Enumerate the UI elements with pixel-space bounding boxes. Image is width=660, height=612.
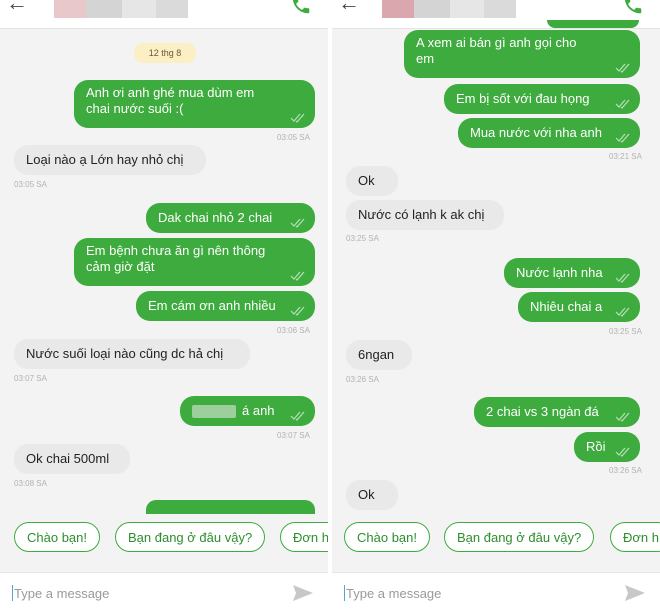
message-outgoing: A xem ai bán gì anh gọi cho em	[404, 30, 640, 78]
message-text: A xem ai bán gì anh gọi cho em	[416, 35, 577, 66]
message-text: Anh ơi anh ghé mua dùm em chai nước suối…	[86, 85, 255, 116]
message-text: Nước có lạnh k ak chị	[358, 207, 485, 222]
chat-header: ←	[0, 0, 328, 29]
text-caret	[344, 585, 345, 601]
message-text: Loại nào ạ Lớn hay nhỏ chị	[26, 152, 184, 167]
read-check-icon	[615, 273, 630, 283]
read-check-icon	[290, 411, 305, 421]
message-incoming: Nước suối loại nào cũng dc hả chị	[14, 339, 250, 369]
read-check-icon	[615, 412, 630, 422]
quick-reply-chip[interactable]: Đơn h	[280, 522, 328, 552]
back-arrow-icon[interactable]: ←	[338, 0, 360, 16]
message-outgoing: Nhiêu chai a	[518, 292, 640, 322]
message-incoming: Loại nào ạ Lớn hay nhỏ chị	[14, 145, 206, 175]
read-check-icon	[615, 307, 630, 317]
message-text: Nhiêu chai a	[530, 299, 603, 314]
message-incoming: 6ngan	[346, 340, 412, 370]
quick-reply-chip[interactable]: Bạn đang ở đâu vậy?	[444, 522, 595, 552]
chat-screenshot-left: ← 12 thg 8 Anh ơi anh ghé mua dùm em cha…	[0, 0, 328, 612]
quick-reply-chip[interactable]: Đơn h	[610, 522, 660, 552]
message-outgoing: Em bệnh chưa ăn gì nên thông cảm giờ đặt	[74, 238, 315, 286]
read-check-icon	[290, 271, 305, 281]
avatar-blurred	[382, 0, 414, 18]
message-time: 03:25 SA	[346, 234, 379, 243]
back-arrow-icon[interactable]: ←	[6, 0, 28, 16]
contact-name-blurred	[414, 0, 450, 18]
message-time: 03:05 SA	[277, 133, 310, 142]
message-text: Rồi	[586, 439, 606, 454]
contact-name-blurred	[450, 0, 484, 18]
message-outgoing: á anh	[180, 396, 315, 426]
message-outgoing: Mua nước với nha anh	[458, 118, 640, 148]
message-time: 03:25 SA	[609, 327, 642, 336]
message-time: 03:26 SA	[346, 375, 379, 384]
message-time: 03:07 SA	[14, 374, 47, 383]
contact-name-blurred	[156, 0, 188, 18]
phone-call-icon[interactable]	[290, 0, 312, 21]
message-outgoing: Rồi	[574, 432, 640, 462]
message-outgoing: Dak chai nhỏ 2 chai	[146, 203, 315, 233]
message-outgoing-partial	[547, 20, 639, 28]
message-time: 03:05 SA	[14, 180, 47, 189]
message-input[interactable]	[346, 583, 606, 603]
message-time: 03:21 SA	[609, 152, 642, 161]
message-incoming: Ok chai 500ml	[14, 444, 130, 474]
send-icon[interactable]	[292, 584, 314, 607]
message-incoming: Ok	[346, 166, 398, 196]
quick-reply-chip[interactable]: Chào bạn!	[14, 522, 100, 552]
message-text: Em bị sốt với đau họng	[456, 91, 590, 106]
read-check-icon	[290, 306, 305, 316]
message-outgoing: Nước lạnh nha	[504, 258, 640, 288]
message-text: Em bệnh chưa ăn gì nên thông cảm giờ đặt	[86, 243, 266, 274]
message-outgoing: Em bị sốt với đau họng	[444, 84, 640, 114]
chat-screenshot-right: ← A xem ai bán gì anh gọi cho em Em bị s…	[332, 0, 660, 612]
message-outgoing: 2 chai vs 3 ngàn đá	[474, 397, 640, 427]
quick-replies-bar: Chào bạn! Bạn đang ở đâu vậy? Đơn h	[0, 514, 328, 558]
message-composer	[332, 572, 660, 612]
message-text: Ok	[358, 173, 375, 188]
message-time: 03:08 SA	[14, 479, 47, 488]
text-caret	[12, 585, 13, 601]
message-incoming: Ok	[346, 480, 398, 510]
message-time: 03:06 SA	[277, 326, 310, 335]
quick-reply-chip[interactable]: Chào bạn!	[344, 522, 430, 552]
read-check-icon	[290, 113, 305, 123]
message-text: 2 chai vs 3 ngàn đá	[486, 404, 599, 419]
read-check-icon	[615, 447, 630, 457]
phone-call-icon[interactable]	[622, 0, 644, 21]
message-outgoing: Anh ơi anh ghé mua dùm em chai nước suối…	[74, 80, 315, 128]
message-text: Nước suối loại nào cũng dc hả chị	[26, 346, 224, 361]
message-text: Nước lạnh nha	[516, 265, 603, 280]
message-time: 03:26 SA	[609, 466, 642, 475]
message-text: Ok	[358, 487, 375, 502]
read-check-icon	[615, 133, 630, 143]
date-separator: 12 thg 8	[134, 43, 196, 63]
message-text: 6ngan	[358, 347, 395, 362]
read-check-icon	[290, 218, 305, 228]
message-text: Ok chai 500ml	[26, 451, 110, 466]
message-composer	[0, 572, 328, 612]
contact-name-blurred	[484, 0, 516, 18]
message-text: Em cám ơn anh nhiều	[148, 298, 276, 313]
send-icon[interactable]	[624, 584, 646, 607]
message-time: 03:07 SA	[277, 431, 310, 440]
read-check-icon	[615, 99, 630, 109]
avatar-blurred	[54, 0, 86, 18]
blurred-text	[192, 405, 236, 419]
contact-name-blurred	[122, 0, 156, 18]
message-text: Mua nước với nha anh	[470, 125, 602, 140]
message-text-visible: á anh	[242, 403, 275, 418]
read-check-icon	[615, 63, 630, 73]
quick-replies-bar: Chào bạn! Bạn đang ở đâu vậy? Đơn h	[332, 514, 660, 558]
quick-reply-chip[interactable]: Bạn đang ở đâu vậy?	[115, 522, 266, 552]
message-input[interactable]	[14, 583, 274, 603]
message-text: á anh	[192, 403, 285, 419]
message-incoming: Nước có lạnh k ak chị	[346, 200, 504, 230]
contact-name-blurred	[86, 0, 122, 18]
message-outgoing: Em cám ơn anh nhiều	[136, 291, 315, 321]
message-text: Dak chai nhỏ 2 chai	[158, 210, 273, 225]
message-outgoing-partial	[146, 500, 315, 514]
